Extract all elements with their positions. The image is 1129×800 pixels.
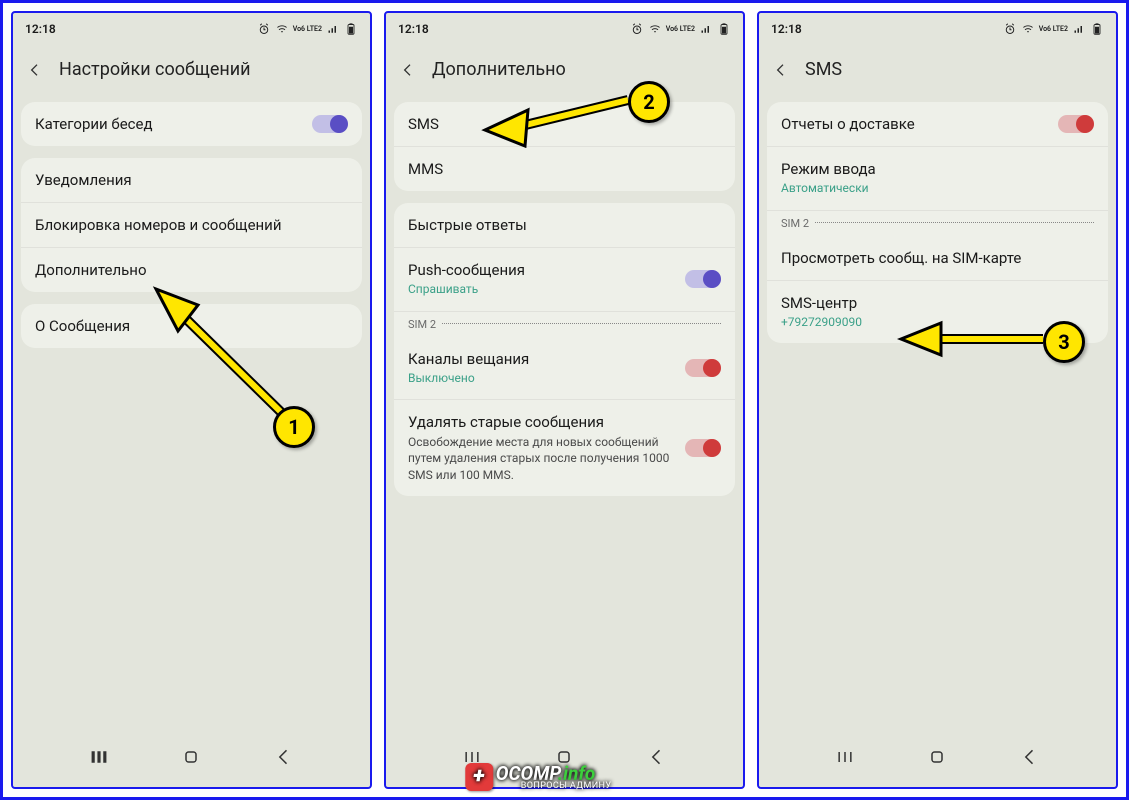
row-label: Удалять старые сообщения (408, 413, 685, 431)
clock: 12:18 (771, 22, 802, 36)
row-categories[interactable]: Категории бесед (21, 102, 362, 146)
wifi-icon (648, 23, 662, 35)
status-bar: 12:18 Vo6 LTE2 (759, 13, 1116, 41)
row-label: Режим ввода (781, 160, 1094, 178)
sim-label: SIM 2 (781, 217, 809, 230)
settings-group: Быстрые ответы Push-сообщения Спрашивать… (394, 203, 735, 496)
row-input-mode[interactable]: Режим ввода Автоматически (767, 147, 1108, 211)
chevron-left-icon (27, 62, 43, 78)
page-title: Настройки сообщений (59, 59, 251, 80)
row-mms[interactable]: MMS (394, 147, 735, 191)
row-channels[interactable]: Каналы вещания Выключено (394, 337, 735, 401)
signal-icon (1072, 23, 1086, 35)
signal-icon (326, 23, 340, 35)
row-label: Отчеты о доставке (781, 115, 1058, 133)
signal-icon (699, 23, 713, 35)
step-bubble-2: 2 (628, 81, 670, 123)
row-label: Быстрые ответы (408, 216, 721, 234)
settings-group: Категории бесед (21, 102, 362, 146)
toggle-delete-old[interactable] (685, 439, 721, 457)
row-delete-old[interactable]: Удалять старые сообщения Освобождение ме… (394, 400, 735, 496)
row-label: MMS (408, 160, 721, 178)
step-arrow-3 (893, 319, 1053, 359)
row-push[interactable]: Push-сообщения Спрашивать (394, 248, 735, 312)
alarm-icon (1003, 23, 1017, 35)
wifi-icon (275, 23, 289, 35)
sim-divider: SIM 2 (767, 211, 1108, 236)
recent-apps-icon[interactable] (89, 747, 109, 767)
back-button[interactable] (773, 61, 791, 79)
row-description: Освобождение места для новых сообщений п… (408, 434, 685, 483)
alarm-icon (257, 23, 271, 35)
step-bubble-3: 3 (1043, 321, 1085, 363)
row-delivery-reports[interactable]: Отчеты о доставке (767, 102, 1108, 147)
title-bar: SMS (759, 41, 1116, 96)
wifi-icon (1021, 23, 1035, 35)
nav-bar (13, 729, 370, 787)
settings-group: Отчеты о доставке Режим ввода Автоматиче… (767, 102, 1108, 343)
sim-divider: SIM 2 (394, 312, 735, 337)
clock: 12:18 (25, 22, 56, 36)
battery-icon (344, 23, 358, 35)
watermark-logo: OCOMP.info ВОПРОСЫ АДМИНУ (465, 762, 612, 791)
status-bar: 12:18 Vo6 LTE2 (13, 13, 370, 41)
toggle-delivery[interactable] (1058, 115, 1094, 133)
toggle-push[interactable] (685, 270, 721, 288)
row-sublabel: Автоматически (781, 181, 1094, 197)
sim-label: SIM 2 (408, 318, 436, 331)
toggle-channels[interactable] (685, 359, 721, 377)
settings-group: Уведомления Блокировка номеров и сообщен… (21, 158, 362, 292)
chevron-left-icon (773, 62, 789, 78)
row-view-sim[interactable]: Просмотреть сообщ. на SIM-карте (767, 236, 1108, 281)
row-label: Просмотреть сообщ. на SIM-карте (781, 249, 1094, 267)
page-title: Дополнительно (432, 59, 566, 80)
status-bar: 12:18 Vo6 LTE2 (386, 13, 743, 41)
chevron-left-icon (400, 62, 416, 78)
back-nav-icon[interactable] (274, 747, 294, 767)
row-quick-replies[interactable]: Быстрые ответы (394, 203, 735, 248)
step-bubble-1: 1 (273, 406, 315, 448)
row-label: Уведомления (35, 171, 348, 189)
back-button[interactable] (400, 61, 418, 79)
row-label: Категории бесед (35, 115, 312, 133)
lte-label: Vo6 LTE2 (293, 26, 322, 33)
back-button[interactable] (27, 61, 45, 79)
step-arrow-2 (473, 88, 648, 148)
battery-icon (717, 23, 731, 35)
row-label: Блокировка номеров и сообщений (35, 216, 348, 234)
phone-screen-3: 12:18 Vo6 LTE2 SMS Отчеты о доставке (757, 11, 1118, 789)
logo-cross-icon (465, 763, 493, 791)
toggle-categories[interactable] (312, 115, 348, 133)
clock: 12:18 (398, 22, 429, 36)
row-label: SMS-центр (781, 294, 1094, 312)
row-notifications[interactable]: Уведомления (21, 158, 362, 203)
battery-icon (1090, 23, 1104, 35)
row-block[interactable]: Блокировка номеров и сообщений (21, 203, 362, 248)
alarm-icon (630, 23, 644, 35)
row-sublabel: Выключено (408, 371, 685, 387)
back-nav-icon[interactable] (647, 747, 667, 767)
recent-apps-icon[interactable] (835, 747, 855, 767)
title-bar: Настройки сообщений (13, 41, 370, 96)
row-label: Push-сообщения (408, 261, 685, 279)
lte-label: Vo6 LTE2 (666, 26, 695, 33)
back-nav-icon[interactable] (1020, 747, 1040, 767)
home-icon[interactable] (927, 747, 947, 767)
home-icon[interactable] (181, 747, 201, 767)
row-label: Дополнительно (35, 261, 348, 279)
nav-bar (759, 729, 1116, 787)
lte-label: Vo6 LTE2 (1039, 26, 1068, 33)
page-title: SMS (805, 59, 842, 80)
row-sublabel: Спрашивать (408, 282, 685, 298)
row-label: Каналы вещания (408, 350, 685, 368)
